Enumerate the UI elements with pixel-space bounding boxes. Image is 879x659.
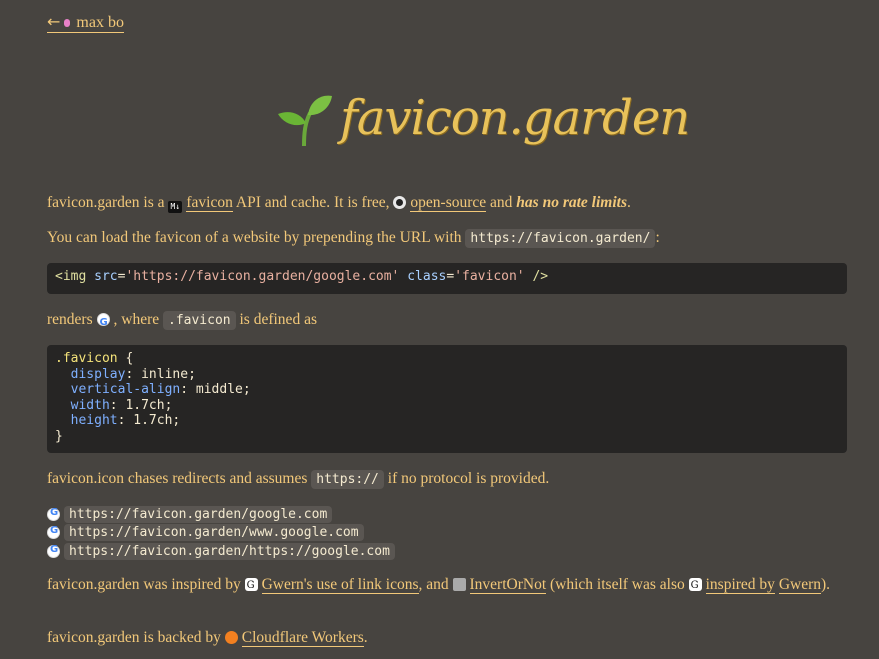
back-link-label: max bo [76,14,124,31]
google-favicon-icon [47,525,60,540]
backed-paragraph: favicon.garden is backed by Cloudflare W… [47,629,368,647]
gwern-link-icons-link[interactable]: Gwern's use of link icons [261,576,419,594]
list-item: https://favicon.garden/https://google.co… [47,542,395,561]
example-url-code: https://favicon.garden/https://google.co… [64,542,395,560]
avatar-icon [64,19,71,28]
back-arrow-icon: ← [47,12,61,31]
open-source-link[interactable]: open-source [410,194,487,212]
invertornot-favicon-icon [452,578,466,591]
favicon-link[interactable]: favicon [186,194,233,212]
renders-paragraph: renders , where .favicon is defined as [47,309,317,334]
gwern-favicon-icon [688,576,702,595]
https-code: https:// [311,470,384,489]
sprout-icon [278,95,332,147]
base-url-code: https://favicon.garden/ [465,229,656,248]
invertornot-link[interactable]: InvertOrNot [469,576,547,594]
cloudflare-favicon-icon [224,631,238,644]
redirects-paragraph: favicon.icon chases redirects and assume… [47,470,550,489]
cloudflare-workers-link[interactable]: Cloudflare Workers [241,629,364,647]
inspired-paragraph: favicon.garden was inspired by Gwern's u… [47,575,837,595]
load-paragraph: You can load the favicon of a website by… [47,229,660,248]
google-favicon-icon [47,544,60,558]
intro-paragraph: favicon.garden is a M↓ favicon API and ca… [47,194,631,213]
gwern-favicon-icon [244,576,258,595]
list-item: https://favicon.garden/www.google.com [47,524,395,543]
page-header: favicon.garden [274,78,690,158]
google-favicon-icon [47,507,60,521]
google-favicon-icon [96,312,110,334]
markdown-icon: M↓ [168,201,183,213]
github-icon [393,196,407,209]
back-link[interactable]: ← max bo [47,12,124,33]
page: ← max bo favicon.garden favicon.garden is… [0,0,879,659]
css-codeblock: .favicon { display: inline; vertical-ali… [47,345,847,453]
example-url-code: https://favicon.garden/google.com [64,505,333,523]
favicon-class-code: .favicon [163,311,236,330]
img-example-codeblock: <img src='https://favicon.garden/google.… [47,263,847,294]
page-title: favicon.garden [340,90,690,146]
list-item: https://favicon.garden/google.com [47,505,395,524]
inspired-by-link[interactable]: inspired by [705,576,775,594]
example-url-list: https://favicon.garden/google.com https:… [47,505,395,561]
no-rate-limits-text: has no rate limits [516,194,627,211]
example-url-code: https://favicon.garden/www.google.com [64,524,364,542]
gwern-link[interactable]: Gwern [778,576,821,594]
